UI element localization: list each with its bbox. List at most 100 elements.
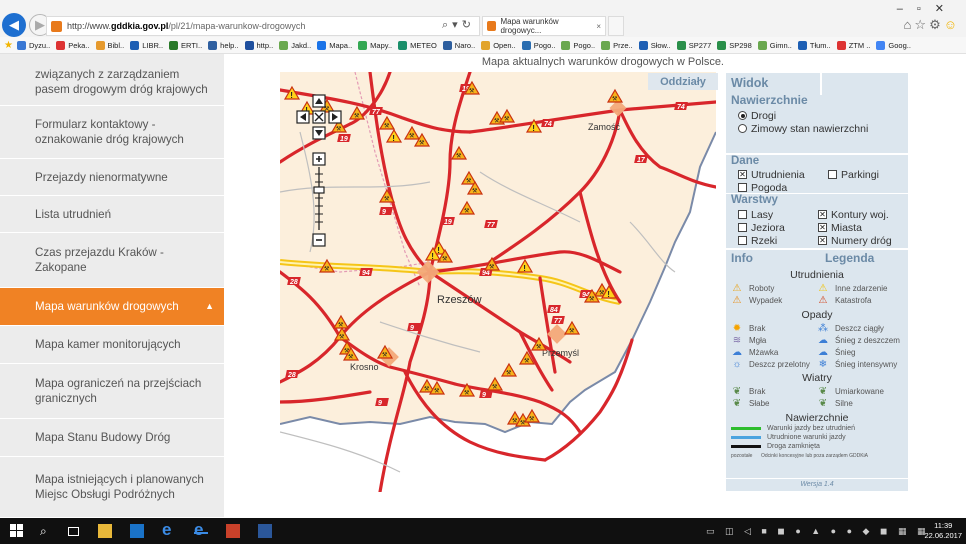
checkbox-layer[interactable]: Lasy bbox=[738, 209, 818, 221]
browser-tab[interactable]: Mapa warunków drogowyc... × bbox=[482, 16, 606, 36]
file-explorer-icon[interactable] bbox=[98, 524, 112, 538]
favorite-link[interactable]: ZTM .. bbox=[836, 40, 870, 50]
svg-text:⚒: ⚒ bbox=[472, 188, 478, 195]
favorite-link[interactable]: Prze.. bbox=[601, 40, 633, 50]
radio-zimowy-stan[interactable]: Zimowy stan nawierzchni bbox=[738, 122, 903, 135]
checkbox-layer[interactable]: ✕ Numery dróg bbox=[818, 235, 892, 247]
favorites-star-icon[interactable]: ★ bbox=[4, 40, 13, 51]
checkbox-box[interactable]: ✕ bbox=[818, 210, 827, 219]
checkbox-box[interactable]: ✕ bbox=[738, 170, 747, 179]
system-tray[interactable]: ▭ ◫ ◁ ■ ◼ ● ▲ ● ● ◆ ◼ ▦ ▦ bbox=[706, 526, 929, 537]
road-conditions-map[interactable]: Zamość Rzeszów Krosno Przemyśl 74 19 77 19 7… bbox=[280, 72, 716, 492]
collapse-caret-icon[interactable]: ▲ bbox=[205, 299, 214, 314]
favorite-link[interactable]: Dyzu.. bbox=[16, 40, 50, 50]
favorite-link[interactable]: help.. bbox=[208, 40, 239, 50]
mail-icon[interactable] bbox=[130, 524, 144, 538]
favorite-link[interactable]: Pogo.. bbox=[561, 40, 595, 50]
favorite-link[interactable]: ERTI.. bbox=[169, 40, 202, 50]
back-button[interactable]: ◀ bbox=[2, 13, 26, 37]
dropdown-icon[interactable]: ▾ bbox=[452, 19, 462, 31]
sun-icon: ✹ bbox=[732, 322, 742, 334]
favorite-link[interactable]: Gimn.. bbox=[757, 40, 792, 50]
sidebar-item[interactable]: Lista utrudnień bbox=[0, 196, 224, 233]
favorite-link[interactable]: METEO bbox=[398, 40, 437, 50]
home-icon[interactable]: ⌂ bbox=[904, 17, 915, 32]
checkbox-layer[interactable]: ✕ Kontury woj. bbox=[818, 209, 889, 221]
close-icon[interactable]: ✕ bbox=[935, 3, 958, 15]
settings-gear-icon[interactable]: ⚙ bbox=[929, 17, 944, 32]
favorite-link[interactable]: Tłum.. bbox=[797, 40, 831, 50]
refresh-icon[interactable]: ↻ bbox=[462, 19, 475, 31]
checkbox-layer[interactable]: Jeziora bbox=[738, 222, 818, 234]
checkbox-box[interactable]: ✕ bbox=[818, 236, 827, 245]
favorites-star-icon[interactable]: ☆ bbox=[914, 17, 929, 32]
checkbox-box[interactable] bbox=[738, 223, 747, 232]
favorite-link[interactable]: Bibl.. bbox=[95, 40, 124, 50]
edge-browser-icon[interactable]: e bbox=[162, 520, 176, 539]
address-bar[interactable]: http://www. gddkia.gov.pl/pl/21/mapa-waru… bbox=[46, 16, 480, 36]
sidebar-item[interactable]: Mapa istniejących i planowanych Miejsc O… bbox=[0, 457, 224, 518]
legend-item: ⚠ Katastrofa bbox=[817, 294, 903, 306]
checkbox-box[interactable] bbox=[738, 236, 747, 245]
info-tab[interactable]: Info bbox=[731, 251, 811, 265]
search-icon[interactable]: ⌕ bbox=[40, 524, 54, 538]
legend-label: Inne zdarzenie bbox=[835, 283, 888, 293]
sidebar-item[interactable]: Mapa Stanu Budowy Dróg bbox=[0, 419, 224, 457]
sidebar-item[interactable]: Czas przejazdu Kraków - Zakopane bbox=[0, 233, 224, 288]
favorite-link[interactable]: Mapa.. bbox=[317, 40, 352, 50]
internet-explorer-icon[interactable]: e bbox=[194, 520, 208, 539]
checkbox-box[interactable] bbox=[738, 183, 747, 192]
favorite-link[interactable]: SP298 bbox=[717, 40, 752, 50]
sidebar-item[interactable]: Mapa ograniczeń na przejściach graniczny… bbox=[0, 364, 224, 419]
oddzialy-button[interactable]: Oddziały bbox=[648, 73, 718, 90]
sidebar-item[interactable]: Mapa warunków drogowych ▲ bbox=[0, 288, 224, 326]
map-canvas[interactable]: Zamość Rzeszów Krosno Przemyśl 74 19 77 19 7… bbox=[280, 72, 716, 492]
favorite-link[interactable]: Jakd.. bbox=[279, 40, 311, 50]
favorite-link[interactable]: Goog.. bbox=[876, 40, 911, 50]
minimize-icon[interactable]: – bbox=[897, 3, 917, 15]
road-number-shield: 94 bbox=[359, 268, 373, 277]
radio-button[interactable] bbox=[738, 111, 747, 120]
legend-label: Brak bbox=[749, 323, 766, 333]
taskbar-clock[interactable]: 11:39 22.06.2017 bbox=[924, 521, 962, 541]
sidebar-item[interactable]: Przejazdy nienormatywne bbox=[0, 159, 224, 196]
search-icon[interactable]: ⌕ bbox=[442, 19, 452, 31]
checkbox-box[interactable] bbox=[738, 210, 747, 219]
favorite-link[interactable]: Peka.. bbox=[56, 40, 90, 50]
checkbox-box[interactable]: ✕ bbox=[818, 223, 827, 232]
favorite-link[interactable]: Pogo.. bbox=[521, 40, 555, 50]
feedback-smiley-icon[interactable]: ☺ bbox=[944, 17, 960, 32]
favorite-link[interactable]: Open.. bbox=[481, 40, 516, 50]
favorite-label: Mapy.. bbox=[370, 40, 393, 50]
favorite-link[interactable]: LIBR.. bbox=[130, 40, 163, 50]
favorite-link[interactable]: Mapy.. bbox=[358, 40, 393, 50]
sidebar-item[interactable]: związanych z zarządzaniem pasem drogowym… bbox=[0, 54, 224, 106]
word-icon[interactable] bbox=[258, 524, 272, 538]
checkbox-layer[interactable]: ✕ Miasta bbox=[818, 222, 862, 234]
favorite-link[interactable]: Naro.. bbox=[442, 40, 475, 50]
checkbox-utrudnienia[interactable]: ✕ Utrudnienia bbox=[738, 169, 828, 181]
checkbox-pogoda[interactable]: Pogoda bbox=[738, 182, 787, 194]
start-windows-icon[interactable] bbox=[10, 524, 24, 538]
powerpoint-icon[interactable] bbox=[226, 524, 240, 538]
checkbox-box[interactable] bbox=[828, 170, 837, 179]
url-domain: gddkia.gov.pl bbox=[111, 21, 169, 31]
checkbox-parkingi[interactable]: Parkingi bbox=[828, 169, 879, 181]
radio-drogi[interactable]: Drogi bbox=[738, 109, 903, 122]
checkbox-layer[interactable]: Rzeki bbox=[738, 235, 818, 247]
task-view-icon[interactable] bbox=[68, 527, 79, 536]
new-tab-button[interactable] bbox=[608, 16, 624, 36]
maximize-icon[interactable]: ▫ bbox=[917, 3, 935, 15]
sidebar-item[interactable]: Mapa kamer monitorujących bbox=[0, 326, 224, 364]
favorite-link[interactable]: SP277 bbox=[676, 40, 711, 50]
legend-item: ≋ Mgła bbox=[731, 334, 817, 346]
favorite-favicon-icon bbox=[797, 40, 807, 50]
favorite-link[interactable]: Słow.. bbox=[638, 40, 671, 50]
sidebar-item[interactable]: Formularz kontaktowy - oznakowanie dróg … bbox=[0, 106, 224, 159]
legenda-tab[interactable]: Legenda bbox=[825, 251, 874, 265]
radio-button[interactable] bbox=[738, 124, 747, 133]
tab-close-icon[interactable]: × bbox=[596, 22, 601, 31]
radio-label: Drogi bbox=[751, 109, 777, 122]
favorite-link[interactable]: http.. bbox=[244, 40, 273, 50]
road-number-label: 28 bbox=[289, 279, 298, 286]
